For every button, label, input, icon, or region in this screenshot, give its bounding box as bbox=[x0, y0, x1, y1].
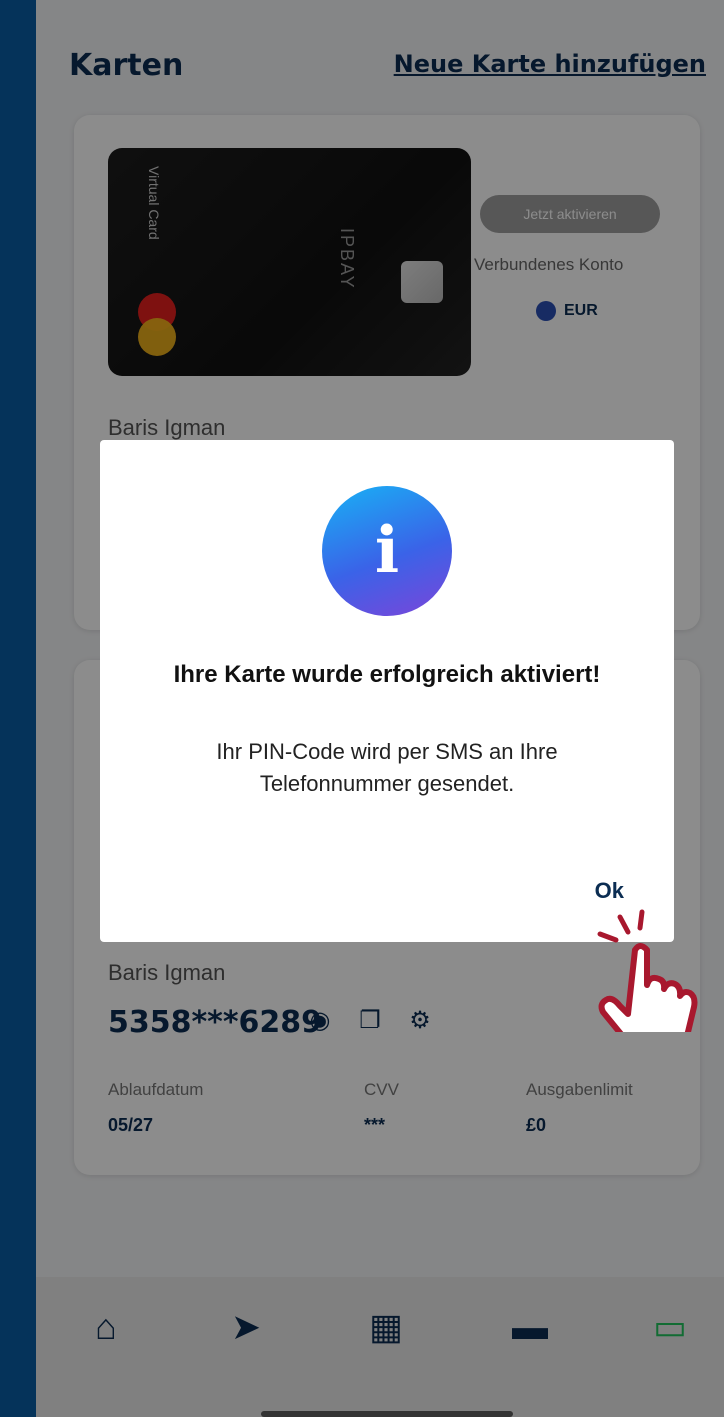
pointing-hand-icon bbox=[597, 909, 698, 1032]
dialog-title: Ihre Karte wurde erfolgreich aktiviert! bbox=[173, 661, 601, 688]
left-edge-strip bbox=[0, 0, 36, 1417]
ok-button[interactable]: Ok bbox=[595, 878, 624, 904]
info-icon: i bbox=[322, 486, 452, 616]
dialog-message: Ihr PIN-Code wird per SMS an Ihre Telefo… bbox=[216, 739, 558, 796]
success-dialog: i Ihre Karte wurde erfolgreich aktiviert… bbox=[100, 440, 674, 942]
home-indicator bbox=[261, 1411, 513, 1417]
